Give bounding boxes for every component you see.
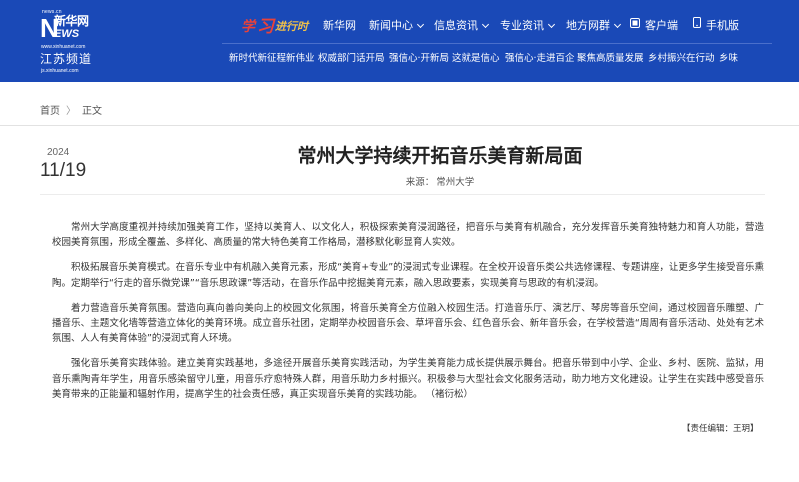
logo-brand: N 新华网 EWS <box>40 15 102 43</box>
article-paragraph: 积极拓展音乐美育模式。在音乐专业中有机融入美育元素，形成“美育+专业”的浸润式专… <box>52 262 764 289</box>
nav-local-network[interactable]: 地方网群 <box>566 17 622 35</box>
slogan-part3: 进行时 <box>275 20 308 33</box>
breadcrumb: 首页〉正文 <box>40 102 102 117</box>
source-name: 常州大学 <box>436 177 475 188</box>
logo-brand-cn: 新华网 <box>54 14 89 28</box>
chevron-down-icon <box>613 20 622 29</box>
header-divider <box>0 125 799 126</box>
nav-mobile-label: 手机版 <box>706 19 739 32</box>
article-paragraph: 强化音乐美育实践体验。建立美育实践基地，多途径开展音乐美育实践活动，为学生美育能… <box>52 358 764 400</box>
nav-professional[interactable]: 专业资讯 <box>500 17 556 35</box>
nav-mobile[interactable]: 手机版 <box>693 17 739 35</box>
nav-news-center-label: 新闻中心 <box>369 19 413 32</box>
subnav-item[interactable]: 新时代新征程新伟业 <box>229 50 315 64</box>
logo-url-bottom: www.xinhuanet.com <box>41 44 86 50</box>
chevron-down-icon <box>416 20 425 29</box>
subnav-item[interactable]: 强信心·开新局 <box>389 50 449 64</box>
article-paragraph: 常州大学高度重视并持续加强美育工作，坚持以美育人、以文化人，积极探索美育浸润路径… <box>52 222 764 249</box>
nav-info-label: 信息资讯 <box>434 19 478 32</box>
mobile-phone-icon <box>693 16 701 34</box>
xinhua-jiangsu-logo[interactable]: news.cn N 新华网 EWS www.xinhuanet.com 江苏频道… <box>40 9 110 77</box>
nav-client-app-label: 客户端 <box>645 19 678 32</box>
slogan-banner[interactable]: 学 习 进行时 <box>241 12 311 37</box>
subnav-item[interactable]: 强信心·走进百企 <box>505 50 575 64</box>
nav-xinhuanet-label: 新华网 <box>323 19 356 32</box>
client-app-icon <box>630 16 640 34</box>
responsible-editor: 【责任编辑：王玥】 <box>682 424 759 434</box>
source-label: 来源： <box>405 177 435 188</box>
logo-brand-ews: EWS <box>54 28 80 40</box>
article-source: 来源： 常州大学 <box>200 174 680 188</box>
site-header: news.cn N 新华网 EWS www.xinhuanet.com 江苏频道… <box>0 0 799 82</box>
nav-professional-label: 专业资讯 <box>500 19 544 32</box>
logo-channel-name: 江苏频道 <box>40 52 93 66</box>
article-title: 常州大学持续开拓音乐美育新局面 <box>297 145 583 167</box>
sub-navigation: 新时代新征程新伟业 权威部门话开局 强信心·开新局 这就是信心 强信心·走进百企… <box>222 43 772 70</box>
title-divider <box>40 194 765 195</box>
breadcrumb-current: 正文 <box>82 106 102 117</box>
subnav-item[interactable]: 这就是信心 <box>452 50 500 64</box>
subnav-item[interactable]: 乡村振兴在行动 <box>648 50 715 64</box>
publish-month-day: 11/19 <box>40 160 87 181</box>
publish-year: 2024 <box>47 147 70 158</box>
subnav-item[interactable]: 乡味 <box>719 50 738 64</box>
nav-client-app[interactable]: 客户端 <box>630 17 678 35</box>
nav-info[interactable]: 信息资讯 <box>434 17 490 35</box>
slogan-part1: 学 <box>241 19 255 35</box>
subnav-item[interactable]: 权威部门话开局 <box>318 50 385 64</box>
logo-channel-url: js.xinhuanet.com <box>41 68 79 74</box>
nav-local-network-label: 地方网群 <box>566 19 610 32</box>
article-body: 常州大学高度重视并持续加强美育工作，坚持以美育人、以文化人，积极探索美育浸润路径… <box>52 220 764 412</box>
slogan-part2: 习 <box>257 17 274 37</box>
nav-xinhuanet[interactable]: 新华网 <box>323 17 356 35</box>
chevron-down-icon <box>481 20 490 29</box>
article-paragraph: 着力营造音乐美育氛围。营造向真向善向美向上的校园文化氛围，将音乐美育全方位融入校… <box>52 302 764 345</box>
nav-news-center[interactable]: 新闻中心 <box>369 17 425 35</box>
chevron-down-icon <box>547 20 556 29</box>
subnav-item[interactable]: 聚焦高质量发展 <box>577 50 644 64</box>
breadcrumb-home[interactable]: 首页 <box>40 106 60 117</box>
breadcrumb-separator: 〉 <box>66 106 76 117</box>
